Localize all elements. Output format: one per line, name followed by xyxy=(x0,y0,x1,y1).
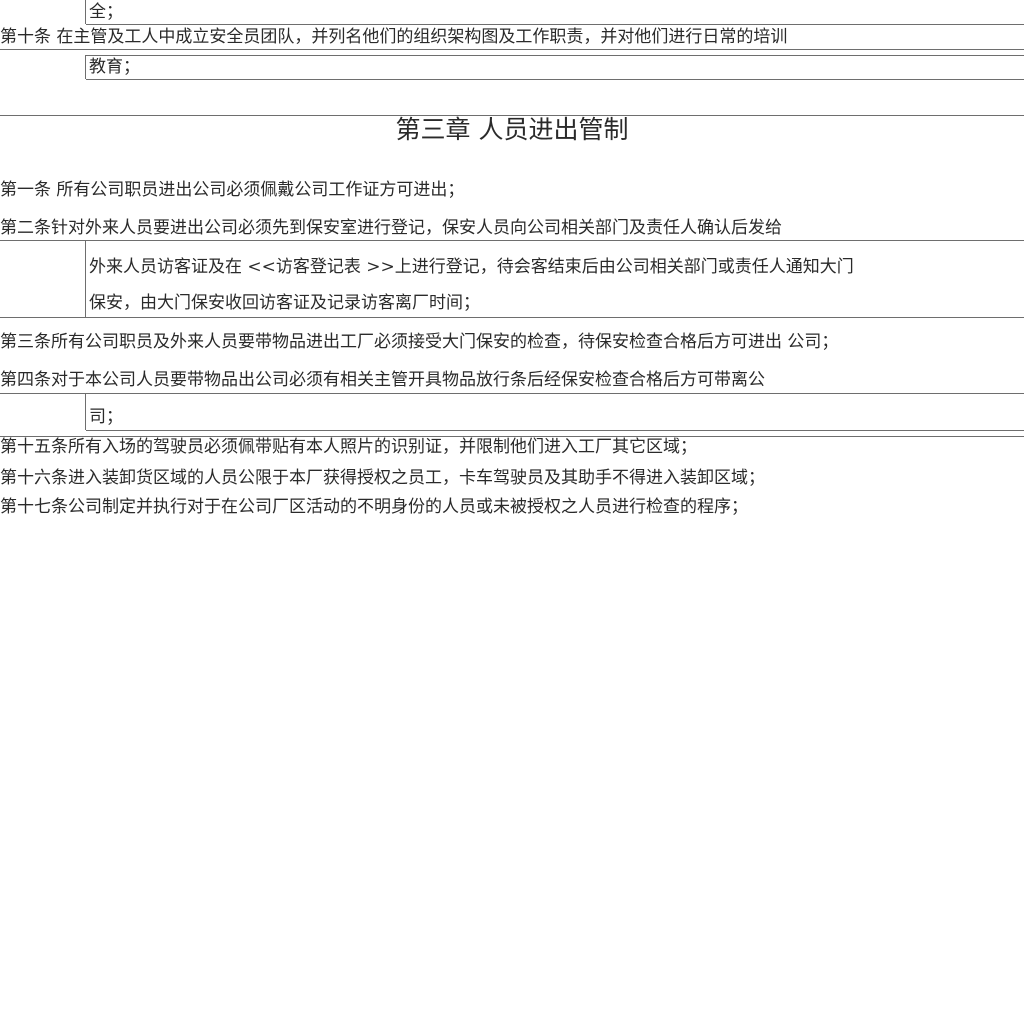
column-divider xyxy=(85,240,86,317)
article-4-line-2: 司； xyxy=(89,407,123,427)
rule-line xyxy=(86,24,1024,25)
article-2-line-3: 保安，由大门保安收回访客证及记录访客离厂时间； xyxy=(89,293,480,313)
article-17: 第十七条公司制定并执行对于在公司厂区活动的不明身份的人员或未被授权之人员进行检查… xyxy=(0,497,748,517)
article-1: 第一条 所有公司职员进出公司必须佩戴公司工作证方可进出； xyxy=(0,180,465,200)
rule-line xyxy=(0,317,1024,318)
column-divider xyxy=(85,55,86,79)
article-15: 第十五条所有入场的驾驶员必须佩带贴有本人照片的识别证，并限制他们进入工厂其它区域… xyxy=(0,437,697,457)
article-3: 第三条所有公司职员及外来人员要带物品进出工厂必须接受大门保安的检查，待保安检查合… xyxy=(0,332,839,352)
article-10-line-1: 第十条 在主管及工人中成立安全员团队，并列名他们的组织架构图及工作职责，并对他们… xyxy=(0,27,788,47)
rule-line xyxy=(0,240,1024,241)
article-16: 第十六条进入装卸货区域的人员公限于本厂获得授权之员工，卡车驾驶员及其助手不得进入… xyxy=(0,468,765,488)
column-divider xyxy=(85,393,86,430)
article-2-line-1: 第二条针对外来人员要进出公司必须先到保安室进行登记，保安人员向公司相关部门及责任… xyxy=(0,218,782,238)
column-divider xyxy=(85,0,86,24)
top-fragment-text: 全； xyxy=(89,2,123,22)
article-10-line-2: 教育； xyxy=(89,57,140,77)
rule-line xyxy=(0,49,1024,50)
rule-line xyxy=(86,55,1024,56)
chapter-title: 第三章 人员进出管制 xyxy=(395,115,629,144)
rule-line xyxy=(0,393,1024,394)
article-2-line-2: 外来人员访客证及在 <<访客登记表 >>上进行登记，待会客结束后由公司相关部门或… xyxy=(89,257,854,277)
rule-line xyxy=(86,79,1024,80)
article-4-line-1: 第四条对于本公司人员要带物品出公司必须有相关主管开具物品放行条后经保安检查合格后… xyxy=(0,370,765,390)
rule-line xyxy=(86,430,1024,431)
